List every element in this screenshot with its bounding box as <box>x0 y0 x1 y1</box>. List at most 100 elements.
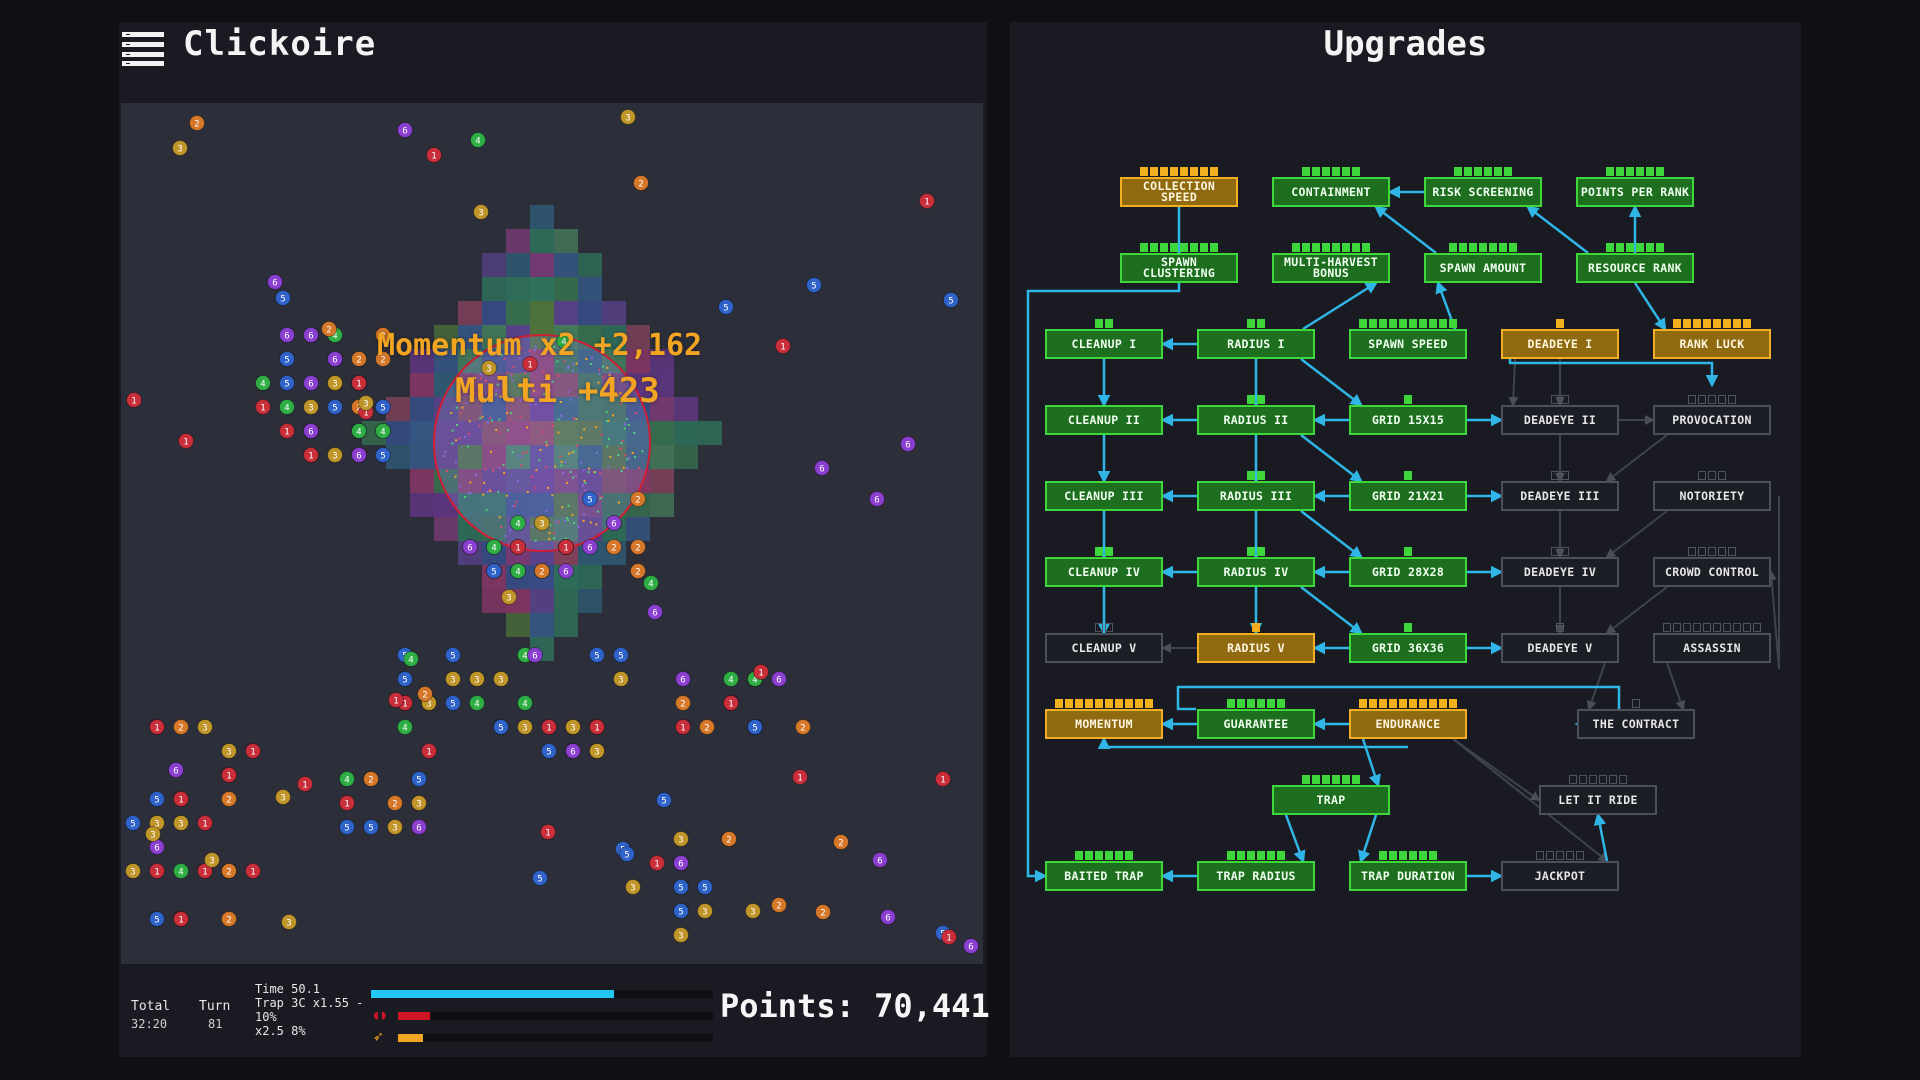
heat-cell <box>530 301 554 325</box>
upgrade-node-grid-21[interactable]: GRID 21X21 <box>1349 471 1467 511</box>
upgrade-node-grid-28[interactable]: GRID 28X28 <box>1349 547 1467 587</box>
upgrade-label: RESOURCE RANK <box>1588 260 1682 275</box>
upgrade-node-momentum[interactable]: MOMENTUM <box>1045 699 1163 739</box>
upgrade-level-pips <box>1351 547 1465 556</box>
upgrade-node-trap[interactable]: TRAP <box>1272 775 1390 815</box>
upgrade-level-pips <box>1655 547 1769 556</box>
svg-text:3: 3 <box>332 380 337 390</box>
upgrade-node-deadeye-1[interactable]: DEADEYE I <box>1501 319 1619 359</box>
sparkle <box>575 474 577 477</box>
upgrade-level-pips <box>1274 775 1388 784</box>
upgrade-node-crowd-control[interactable]: CROWD CONTROL <box>1653 547 1771 587</box>
upgrade-node-trap-duration[interactable]: TRAP DURATION <box>1349 851 1467 891</box>
number-token: 3 <box>673 831 689 847</box>
sparkle <box>510 412 512 415</box>
upgrade-node-deadeye-5[interactable]: DEADEYE V <box>1501 623 1619 663</box>
upgrade-node-trap-radius[interactable]: TRAP RADIUS <box>1197 851 1315 891</box>
upgrade-level-pips <box>1503 319 1617 328</box>
sparkle <box>607 465 610 468</box>
svg-text:5: 5 <box>284 356 289 366</box>
turn-label: Turn <box>199 999 231 1014</box>
number-token: 1 <box>279 423 295 439</box>
upgrade-node-baited-trap[interactable]: BAITED TRAP <box>1045 851 1163 891</box>
upgrade-node-rank-luck[interactable]: RANK LUCK <box>1653 319 1771 359</box>
upgrade-node-assassin[interactable]: ASSASSIN <box>1653 623 1771 663</box>
number-token: 3 <box>745 903 761 919</box>
upgrade-node-points-per-rank[interactable]: POINTS PER RANK <box>1576 167 1694 207</box>
number-token: 5 <box>279 351 295 367</box>
heat-cell <box>530 205 554 229</box>
number-token: 6 <box>606 515 622 531</box>
upgrade-label: CLEANUP V <box>1071 640 1137 655</box>
svg-text:3: 3 <box>474 676 479 686</box>
upgrade-node-endurance[interactable]: ENDURANCE <box>1349 699 1467 739</box>
sparkle <box>553 537 555 540</box>
upgrade-node-resource-rank[interactable]: RESOURCE RANK <box>1576 243 1694 283</box>
upgrade-label: CLEANUP III <box>1064 488 1144 503</box>
number-token: 1 <box>792 769 808 785</box>
svg-text:6: 6 <box>678 860 683 870</box>
hamburger-menu-icon[interactable] <box>122 32 164 66</box>
svg-text:5: 5 <box>752 724 757 734</box>
upgrade-node-spawn-amount[interactable]: SPAWN AMOUNT <box>1424 243 1542 283</box>
upgrade-level-pips <box>1047 547 1161 556</box>
upgrade-node-collection-speed[interactable]: COLLECTION SPEED <box>1120 167 1238 207</box>
number-token: 6 <box>675 671 691 687</box>
upgrade-node-cleanup-2[interactable]: CLEANUP II <box>1045 405 1163 435</box>
sparkle <box>486 491 489 494</box>
upgrade-node-cleanup-4[interactable]: CLEANUP IV <box>1045 547 1163 587</box>
number-token: 3 <box>275 789 291 805</box>
upgrade-label: ASSASSIN <box>1683 640 1741 655</box>
upgrade-node-cleanup-5[interactable]: CLEANUP V <box>1045 623 1163 663</box>
svg-text:2: 2 <box>326 326 331 336</box>
sparkle <box>492 469 495 472</box>
status-bar: Total 32:20 Turn 81 Time 50.1 Trap 3C x1… <box>119 967 990 1057</box>
svg-text:5: 5 <box>450 652 455 662</box>
sparkle <box>475 473 477 476</box>
number-token: 1 <box>649 855 665 871</box>
sparkle <box>606 420 608 423</box>
number-token: 1 <box>753 664 769 680</box>
upgrade-node-grid-36[interactable]: GRID 36X36 <box>1349 623 1467 663</box>
upgrade-node-notoriety[interactable]: NOTORIETY <box>1653 471 1771 511</box>
upgrade-node-jackpot[interactable]: JACKPOT <box>1501 851 1619 891</box>
number-token: 6 <box>279 327 295 343</box>
sparkle <box>520 464 523 467</box>
sparkle <box>557 431 560 434</box>
upgrade-node-spawn-clustering[interactable]: SPAWN CLUSTERING <box>1120 243 1238 283</box>
number-token: 1 <box>173 791 189 807</box>
play-field[interactable]: 3352441552165566163431246141422515631456… <box>121 103 983 964</box>
upgrade-level-pips <box>1655 319 1769 328</box>
upgrade-node-spawn-speed[interactable]: SPAWN SPEED <box>1349 319 1467 359</box>
upgrade-node-deadeye-2[interactable]: DEADEYE II <box>1501 395 1619 435</box>
upgrade-node-radius-3[interactable]: RADIUS III <box>1197 471 1315 511</box>
upgrade-node-deadeye-4[interactable]: DEADEYE IV <box>1501 547 1619 587</box>
upgrade-label: DEADEYE III <box>1520 488 1600 503</box>
upgrade-node-guarantee[interactable]: GUARANTEE <box>1197 699 1315 739</box>
upgrade-node-deadeye-3[interactable]: DEADEYE III <box>1501 471 1619 511</box>
play-field-canvas[interactable]: 3352441552165566163431246141422515631456… <box>121 103 983 964</box>
number-token: 1 <box>149 719 165 735</box>
upgrade-node-radius-4[interactable]: RADIUS IV <box>1197 547 1315 587</box>
upgrade-node-cleanup-1[interactable]: CLEANUP I <box>1045 319 1163 359</box>
upgrade-node-provocation[interactable]: PROVOCATION <box>1653 395 1771 435</box>
sparkle <box>545 509 548 512</box>
sparkle <box>535 469 538 472</box>
svg-text:6: 6 <box>905 441 910 451</box>
upgrade-node-radius-1[interactable]: RADIUS I <box>1197 319 1315 359</box>
upgrade-node-let-it-ride[interactable]: LET IT RIDE <box>1539 775 1657 815</box>
upgrade-node-the-contract[interactable]: THE CONTRACT <box>1577 699 1695 739</box>
upgrade-node-radius-2[interactable]: RADIUS II <box>1197 395 1315 435</box>
upgrade-node-grid-15[interactable]: GRID 15X15 <box>1349 395 1467 435</box>
svg-text:5: 5 <box>284 380 289 390</box>
svg-text:5: 5 <box>498 724 503 734</box>
upgrade-node-radius-5[interactable]: RADIUS V <box>1197 623 1315 663</box>
sparkle <box>571 451 574 454</box>
upgrade-node-containment[interactable]: CONTAINMENT <box>1272 167 1390 207</box>
sparkle <box>606 366 609 369</box>
upgrade-node-cleanup-3[interactable]: CLEANUP III <box>1045 481 1163 511</box>
svg-text:3: 3 <box>678 836 683 846</box>
upgrade-node-multi-harvest-bonus[interactable]: MULTI-HARVEST BONUS <box>1272 243 1390 283</box>
upgrade-node-risk-screening[interactable]: RISK SCREENING <box>1424 167 1542 207</box>
sparkle <box>601 433 604 436</box>
